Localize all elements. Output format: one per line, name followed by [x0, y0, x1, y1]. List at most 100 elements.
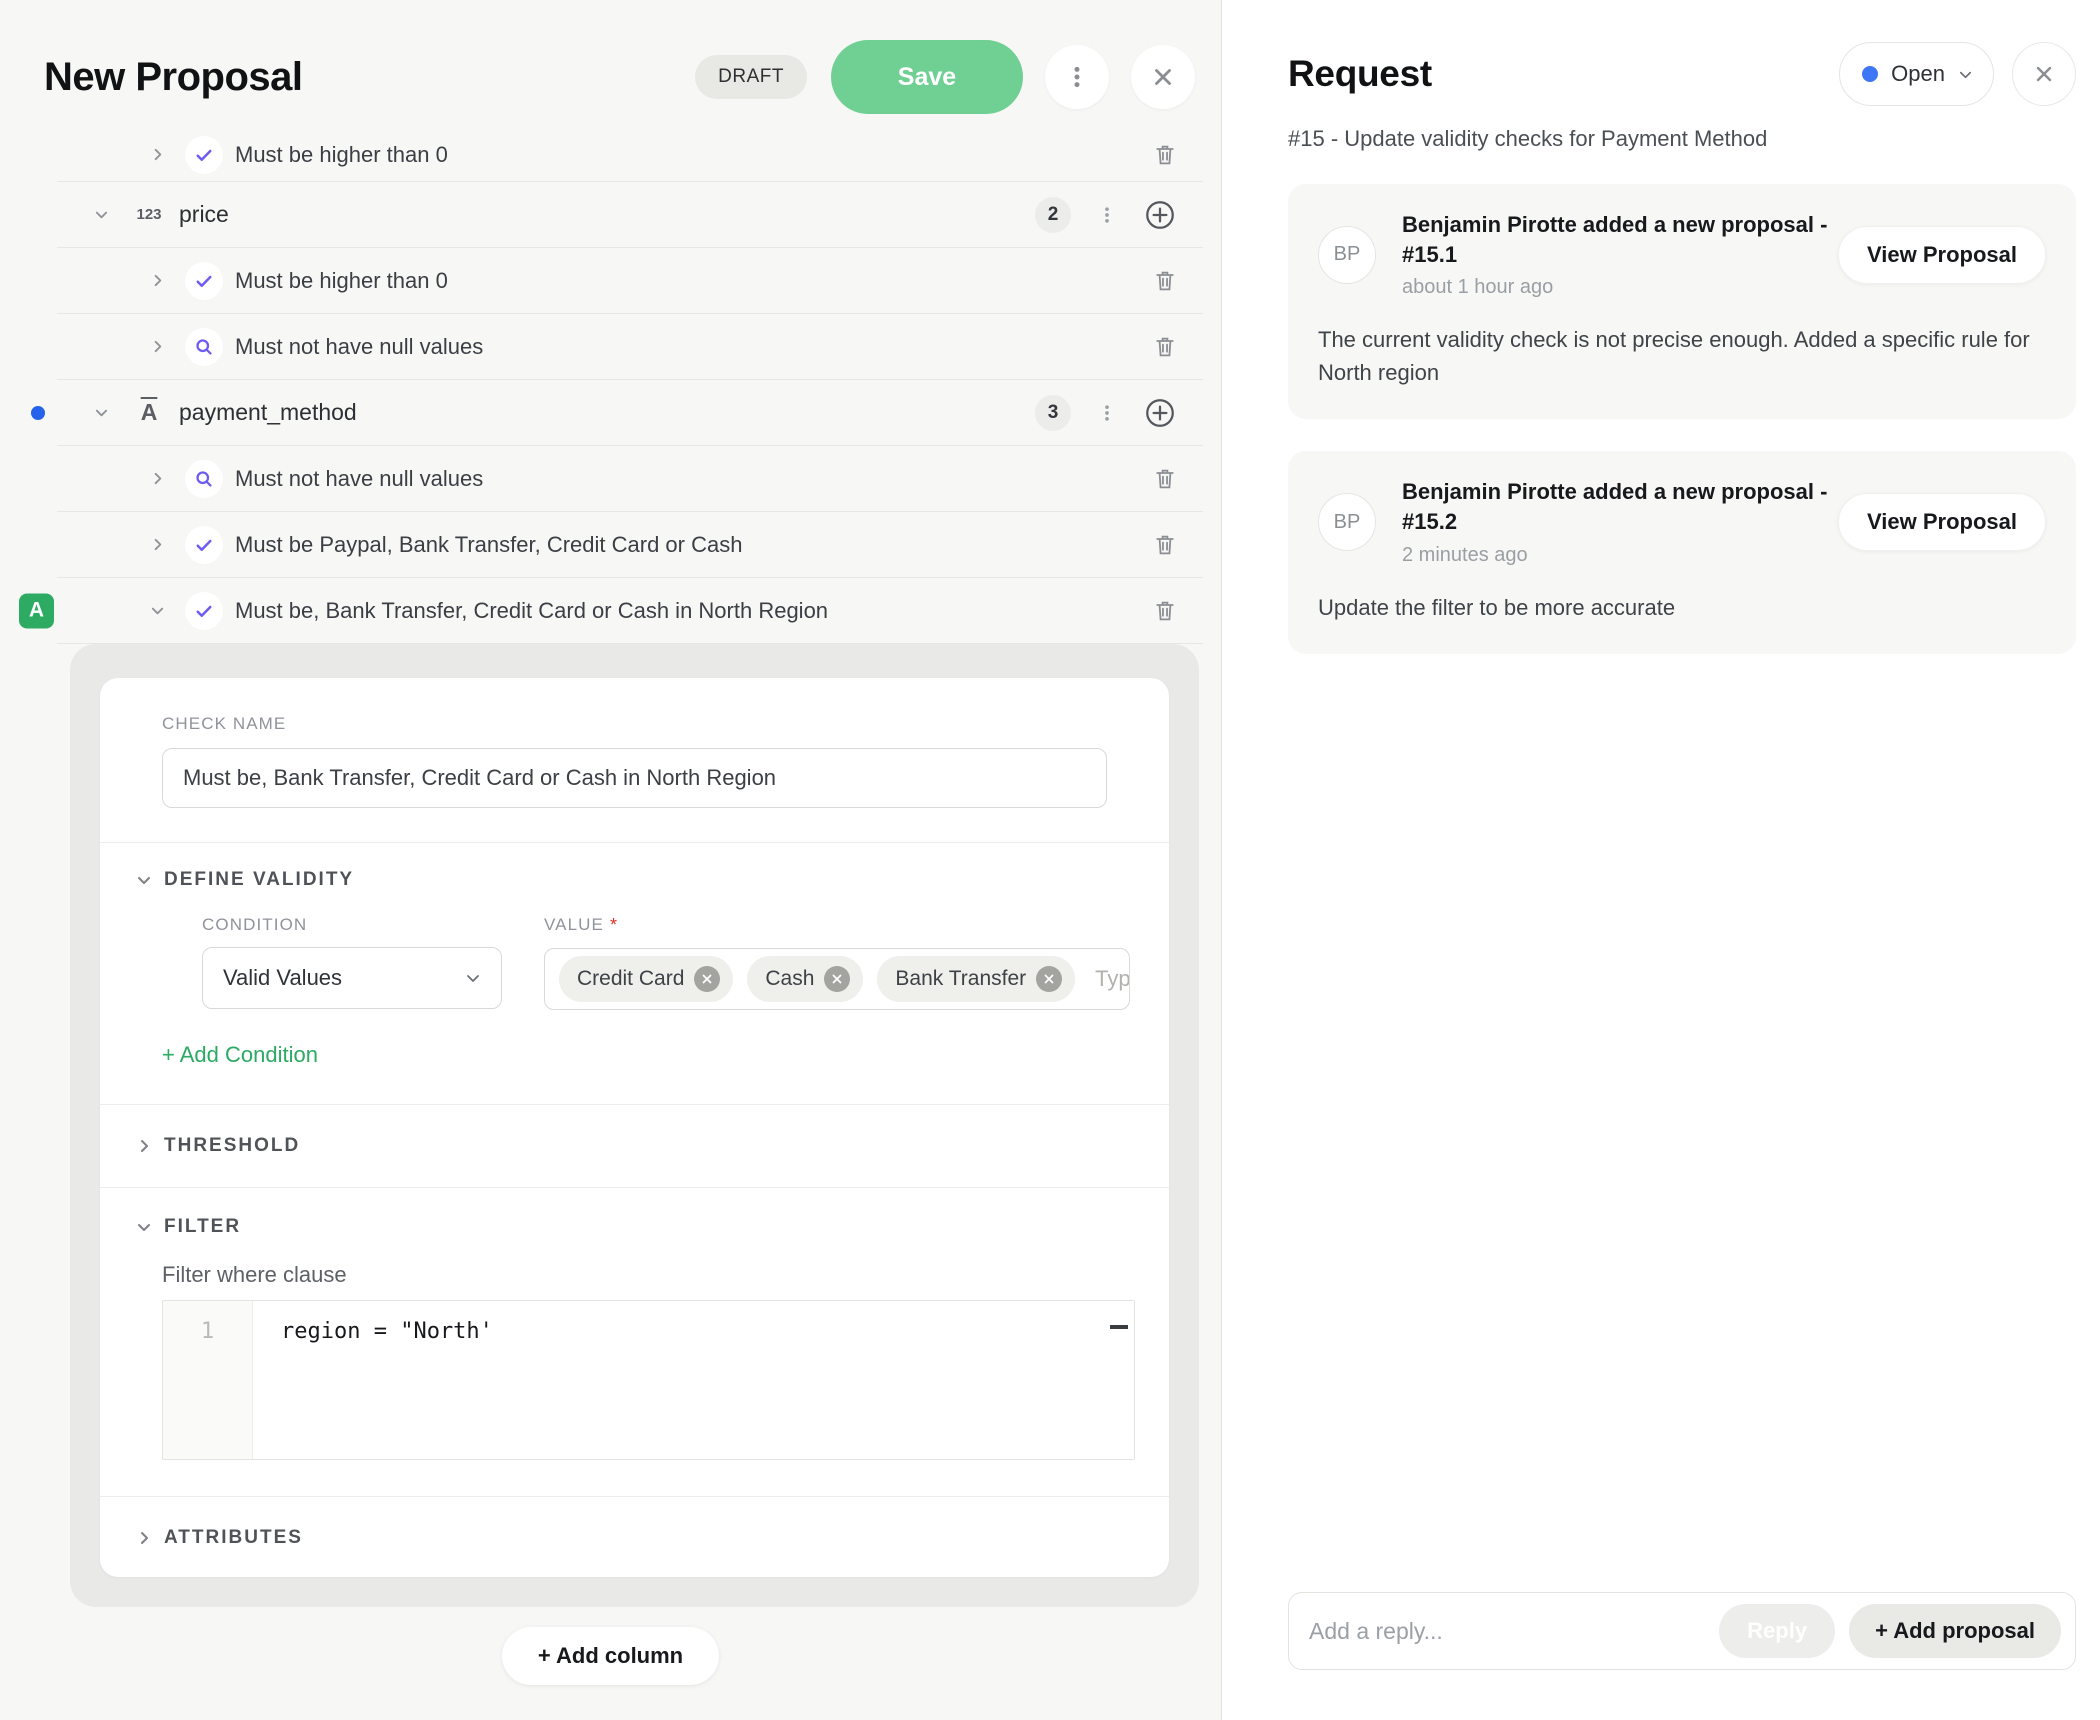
proposal-head-text: Benjamin Pirotte added a new proposal - …	[1402, 477, 1832, 566]
request-header: Request Open	[1288, 0, 2076, 106]
check-label: Must not have null values	[235, 466, 483, 492]
chevron-down-icon	[1958, 67, 1973, 82]
view-proposal-button[interactable]: View Proposal	[1838, 493, 2046, 551]
section-title: FILTER	[164, 1216, 241, 1238]
add-proposal-button[interactable]: + Add proposal	[1849, 1604, 2061, 1658]
check-row[interactable]: Must not have null values	[57, 314, 1203, 380]
chevron-down-icon	[465, 970, 481, 986]
chevron-right-icon[interactable]	[147, 537, 167, 552]
close-icon	[1150, 64, 1176, 90]
column-menu-button[interactable]	[1097, 205, 1117, 225]
search-icon	[185, 460, 223, 498]
save-button[interactable]: Save	[831, 40, 1023, 114]
status-dropdown[interactable]: Open	[1839, 42, 1994, 106]
chevron-down-icon	[136, 1219, 152, 1235]
chevron-right-icon[interactable]	[147, 339, 167, 354]
attributes-header[interactable]: ATTRIBUTES	[136, 1527, 1107, 1549]
chevron-right-icon[interactable]	[147, 147, 167, 162]
condition-select[interactable]: Valid Values	[202, 947, 502, 1009]
request-panel: Request Open #15 - Update validity check…	[1222, 0, 2100, 1720]
request-title: Request	[1288, 53, 1432, 95]
chevron-right-icon[interactable]	[147, 273, 167, 288]
proposal-card: BP Benjamin Pirotte added a new proposal…	[1288, 451, 2076, 653]
avatar: BP	[1318, 226, 1376, 284]
chevron-down-icon[interactable]	[91, 405, 111, 420]
kebab-menu-icon	[1064, 64, 1090, 90]
view-proposal-button[interactable]: View Proposal	[1838, 226, 2046, 284]
proposal-header: New Proposal DRAFT Save	[0, 0, 1221, 128]
value-tags-input[interactable]: Credit Card Cash	[544, 948, 1130, 1010]
remove-chip-button[interactable]	[694, 966, 720, 992]
new-proposal-panel: New Proposal DRAFT Save	[0, 0, 1222, 1720]
delete-check-button[interactable]	[1153, 143, 1177, 167]
delete-check-button[interactable]	[1153, 335, 1177, 359]
chevron-right-icon[interactable]	[147, 471, 167, 486]
value-field: VALUE * Credit Card	[544, 915, 1130, 1010]
delete-check-button[interactable]	[1153, 533, 1177, 557]
filter-code-editor[interactable]: 1 region = "North'	[162, 1300, 1135, 1460]
check-icon	[185, 592, 223, 630]
column-row-payment-method[interactable]: A payment_method 3	[57, 380, 1203, 446]
trash-icon	[1153, 335, 1177, 359]
check-label: Must be Paypal, Bank Transfer, Credit Ca…	[235, 532, 742, 558]
check-row[interactable]: Must be higher than 0	[57, 248, 1203, 314]
chevron-right-icon	[136, 1138, 152, 1154]
add-column-button[interactable]: + Add column	[502, 1627, 719, 1685]
chip-label: Credit Card	[577, 967, 684, 991]
check-name-label: CHECK NAME	[162, 714, 1107, 734]
section-title: THRESHOLD	[164, 1135, 300, 1157]
close-icon	[831, 973, 843, 985]
checks-count-badge: 2	[1035, 197, 1071, 233]
delete-check-button[interactable]	[1153, 467, 1177, 491]
required-asterisk: *	[610, 915, 617, 936]
column-menu-button[interactable]	[1097, 403, 1117, 423]
app-root: New Proposal DRAFT Save	[0, 0, 2100, 1720]
check-row-selected[interactable]: A Must be, Bank Transfer, Credit Card or…	[57, 578, 1203, 644]
close-request-button[interactable]	[2012, 42, 2076, 106]
chip-label: Bank Transfer	[895, 967, 1026, 991]
delete-check-button[interactable]	[1153, 599, 1177, 623]
close-icon	[1043, 973, 1055, 985]
close-proposal-button[interactable]	[1131, 45, 1195, 109]
condition-label: CONDITION	[202, 915, 307, 935]
section-title: DEFINE VALIDITY	[164, 869, 354, 891]
delete-check-button[interactable]	[1153, 269, 1177, 293]
define-validity-header[interactable]: DEFINE VALIDITY	[136, 869, 1107, 891]
trash-icon	[1153, 143, 1177, 167]
value-chip: Bank Transfer	[877, 956, 1075, 1002]
check-row[interactable]: Must be Paypal, Bank Transfer, Credit Ca…	[57, 512, 1203, 578]
check-editor-card: CHECK NAME DEFINE VALIDITY CONDITION	[100, 678, 1169, 1577]
reply-input[interactable]	[1295, 1593, 1719, 1669]
value-label: VALUE	[544, 915, 604, 936]
check-label: Must not have null values	[235, 334, 483, 360]
column-row-price[interactable]: 123 price 2	[57, 182, 1203, 248]
avatar: BP	[1318, 493, 1376, 551]
chevron-down-icon[interactable]	[91, 207, 111, 222]
more-options-button[interactable]	[1045, 45, 1109, 109]
proposal-change-badge: A	[19, 593, 54, 628]
check-row[interactable]: Must be higher than 0	[57, 128, 1203, 182]
remove-chip-button[interactable]	[824, 966, 850, 992]
status-label: Open	[1891, 61, 1945, 87]
code-content[interactable]: region = "North'	[253, 1301, 1134, 1459]
reply-button[interactable]: Reply	[1719, 1604, 1835, 1658]
draft-status-badge: DRAFT	[695, 55, 807, 99]
section-title: ATTRIBUTES	[164, 1527, 303, 1549]
threshold-header[interactable]: THRESHOLD	[136, 1135, 1107, 1157]
remove-chip-button[interactable]	[1036, 966, 1062, 992]
filter-header[interactable]: FILTER	[136, 1216, 1107, 1238]
check-row[interactable]: Must not have null values	[57, 446, 1203, 512]
proposal-body: The current validity check is not precis…	[1318, 323, 2046, 389]
chevron-down-icon[interactable]	[147, 603, 167, 618]
add-check-button[interactable]	[1143, 396, 1177, 430]
number-type-icon: 123	[129, 206, 169, 223]
check-name-input[interactable]	[162, 748, 1107, 808]
check-label: Must be, Bank Transfer, Credit Card or C…	[235, 598, 828, 624]
add-condition-link[interactable]: + Add Condition	[162, 1042, 318, 1068]
plus-circle-icon	[1143, 198, 1177, 232]
filter-section: FILTER Filter where clause 1 region = "N…	[100, 1188, 1169, 1497]
add-check-button[interactable]	[1143, 198, 1177, 232]
check-label: Must be higher than 0	[235, 268, 448, 294]
code-scrollbar-thumb[interactable]	[1110, 1325, 1128, 1329]
proposal-card-header: BP Benjamin Pirotte added a new proposal…	[1318, 477, 2046, 566]
